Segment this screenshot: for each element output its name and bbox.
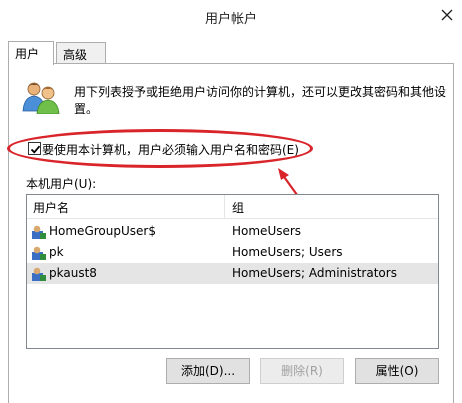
- description-text: 用下列表授予或拒绝用户访问你的计算机，还可以更改其密码和其他设置。: [74, 85, 447, 116]
- user-name: pk: [49, 245, 64, 259]
- table-row[interactable]: pkaust8 HomeUsers; Administrators: [27, 263, 438, 284]
- table-row[interactable]: HomeGroupUser$ HomeUsers: [27, 221, 438, 242]
- remove-button[interactable]: 删除(R): [260, 358, 344, 384]
- window-title: 用户帐户: [204, 12, 257, 27]
- user-icon: [32, 225, 46, 239]
- require-login-label: 要使用本计算机，用户必须输入用户名和密码(E): [42, 143, 299, 157]
- user-group: HomeUsers: [232, 224, 302, 238]
- checkmark-icon: [30, 145, 41, 154]
- require-login-checkbox[interactable]: [28, 142, 41, 155]
- user-group: HomeUsers; Administrators: [232, 266, 397, 280]
- user-group: HomeUsers; Users: [232, 245, 343, 259]
- users-icon: [22, 82, 60, 114]
- local-users-label: 本机用户(U):: [26, 177, 97, 191]
- table-row[interactable]: pk HomeUsers; Users: [27, 242, 438, 263]
- tab-advanced[interactable]: 高级: [56, 42, 106, 64]
- user-icon: [32, 267, 46, 281]
- column-header-group[interactable]: 组: [232, 199, 244, 216]
- column-header-username[interactable]: 用户名: [33, 199, 69, 216]
- user-icon: [32, 246, 46, 260]
- close-button[interactable]: [434, 3, 458, 25]
- close-icon: [441, 9, 453, 21]
- title-bar: 用户帐户: [0, 0, 462, 32]
- user-name: pkaust8: [49, 266, 97, 280]
- add-button[interactable]: 添加(D)...: [166, 358, 250, 384]
- user-name: HomeGroupUser$: [49, 224, 156, 238]
- list-header: 用户名 组: [27, 195, 438, 219]
- column-divider[interactable]: [224, 195, 225, 219]
- users-list[interactable]: 用户名 组 HomeGroupUser$ HomeUsers pk HomeUs…: [26, 194, 439, 349]
- properties-button[interactable]: 属性(O): [355, 358, 439, 384]
- tab-users[interactable]: 用户: [8, 41, 54, 65]
